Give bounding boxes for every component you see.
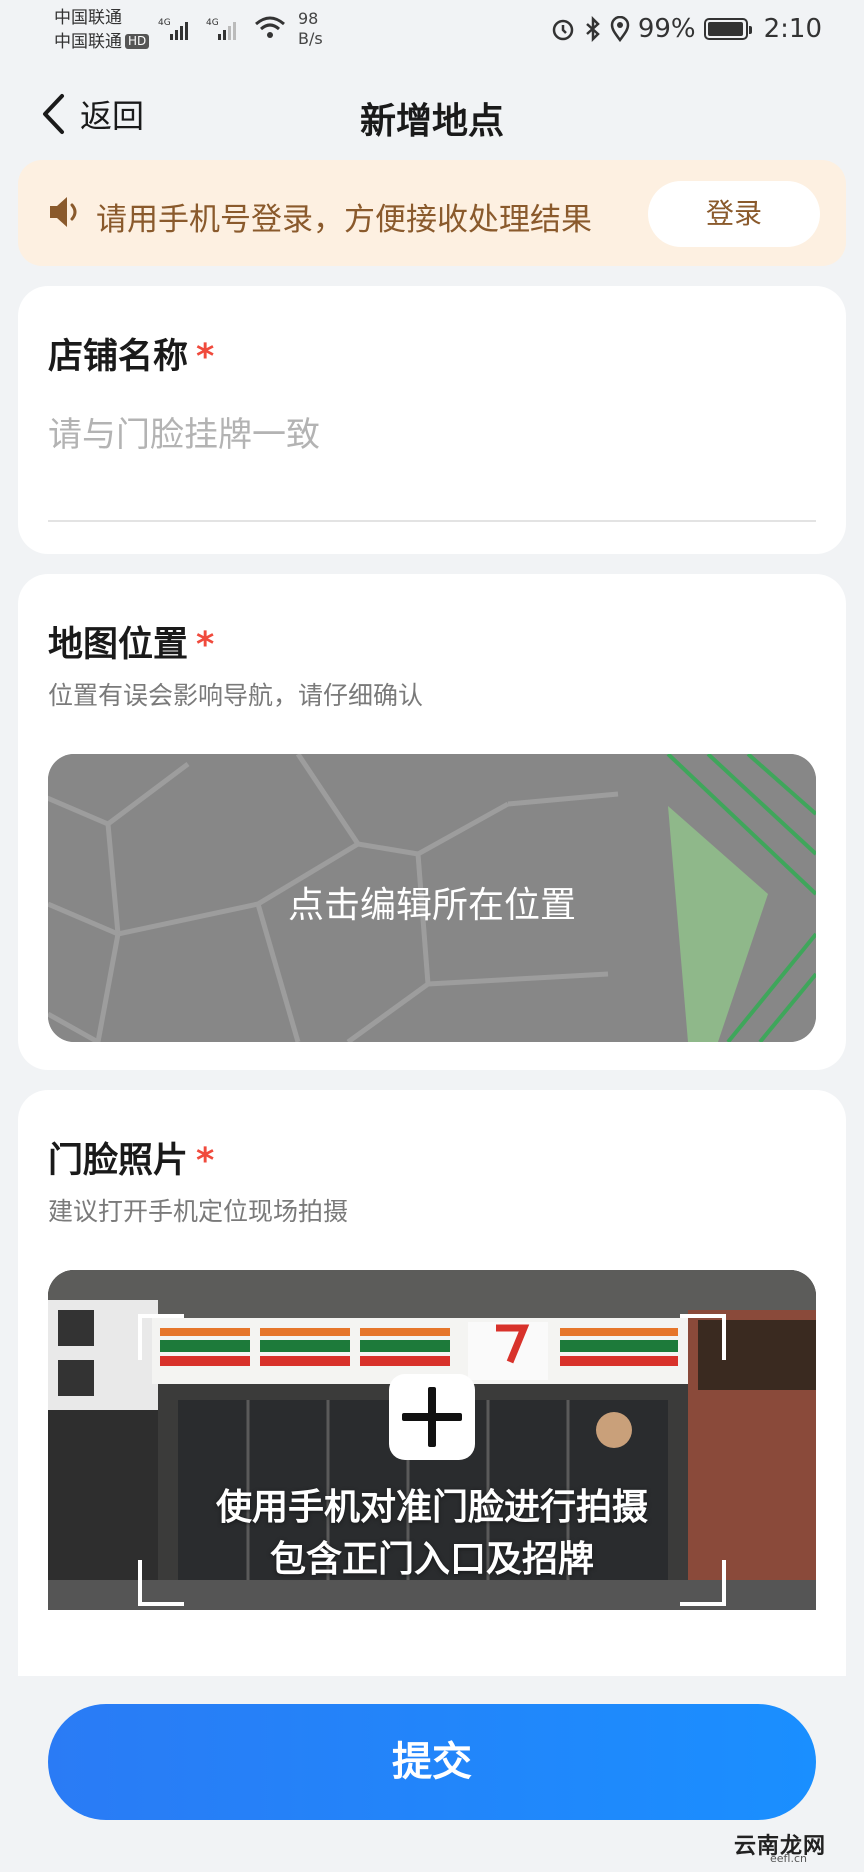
battery-icon [703,18,752,40]
storefront-photo-label: 门脸照片 * [48,1132,214,1183]
map-preview[interactable]: 点击编辑所在位置 [48,754,816,1042]
frame-corner-top-right [680,1314,726,1360]
bottom-bar: 提交 云南龙网 eefl.cn [0,1676,864,1872]
battery-percent: 99% [637,14,696,44]
watermark-sub: eefl.cn [770,1852,807,1865]
login-banner-message: 请用手机号登录，方便接收处理结果 [96,202,592,238]
map-location-label-text: 地图位置 [48,625,189,665]
carrier-2: 中国联通 [54,32,122,52]
required-mark: * [196,625,215,665]
signal-icon-2: 4G [206,18,236,40]
location-icon [610,16,630,42]
storefront-photo-hint: 建议打开手机定位现场拍摄 [48,1197,349,1226]
network-type-2: 4G [206,18,219,28]
clock: 2:10 [763,14,822,44]
photo-instruction-2: 包含正门入口及招牌 [269,1539,594,1580]
alarm-icon [552,19,574,41]
frame-corner-top-left [138,1314,184,1360]
status-bar: 中国联通 中国联通 HD 4G 4G 98 B/s 99% 2:10 [0,0,864,56]
net-speed-value: 98 [298,9,319,28]
required-mark: * [196,337,215,377]
input-underline [48,520,816,522]
status-right: 99% 2:10 [550,12,822,46]
store-name-label: 店铺名称 * [48,328,214,379]
wifi-icon [255,16,285,38]
carrier-info: 中国联通 中国联通 HD [54,6,150,54]
store-name-input[interactable] [48,404,816,466]
login-banner: 请用手机号登录，方便接收处理结果 登录 [18,160,846,266]
battery-fill [707,22,744,36]
hd-badge: HD [125,34,150,49]
network-type-1: 4G [158,18,171,28]
watermark-logo: 云南龙网 eefl.cn [708,1828,858,1868]
carrier-1: 中国联通 [54,8,122,28]
net-speed: 98 B/s [298,9,323,49]
login-button[interactable]: 登录 [648,181,820,247]
map-edit-prompt: 点击编辑所在位置 [287,885,576,926]
storefront-photo-label-text: 门脸照片 [48,1141,189,1181]
map-location-hint: 位置有误会影响导航，请仔细确认 [48,681,424,710]
store-name-label-text: 店铺名称 [48,337,189,377]
photo-instruction-1: 使用手机对准门脸进行拍摄 [215,1487,648,1528]
store-name-card: 店铺名称 * [18,286,846,554]
net-speed-unit: B/s [298,29,323,48]
speaker-icon [50,197,77,227]
map-location-label: 地图位置 * [48,616,214,667]
required-mark: * [196,1141,215,1181]
submit-button[interactable]: 提交 [48,1704,816,1820]
map-location-card: 地图位置 * 位置有误会影响导航，请仔细确认 点击编辑所在位置 [18,574,846,1070]
bluetooth-icon [585,16,600,42]
signal-icon: 4G [158,18,188,40]
page-title: 新增地点 [359,101,504,142]
nav-bar: 返回 新增地点 [0,72,864,156]
photo-capture-area[interactable]: 使用手机对准门脸进行拍摄 包含正门入口及招牌 [48,1270,816,1610]
add-photo-plus-icon[interactable] [389,1374,475,1460]
